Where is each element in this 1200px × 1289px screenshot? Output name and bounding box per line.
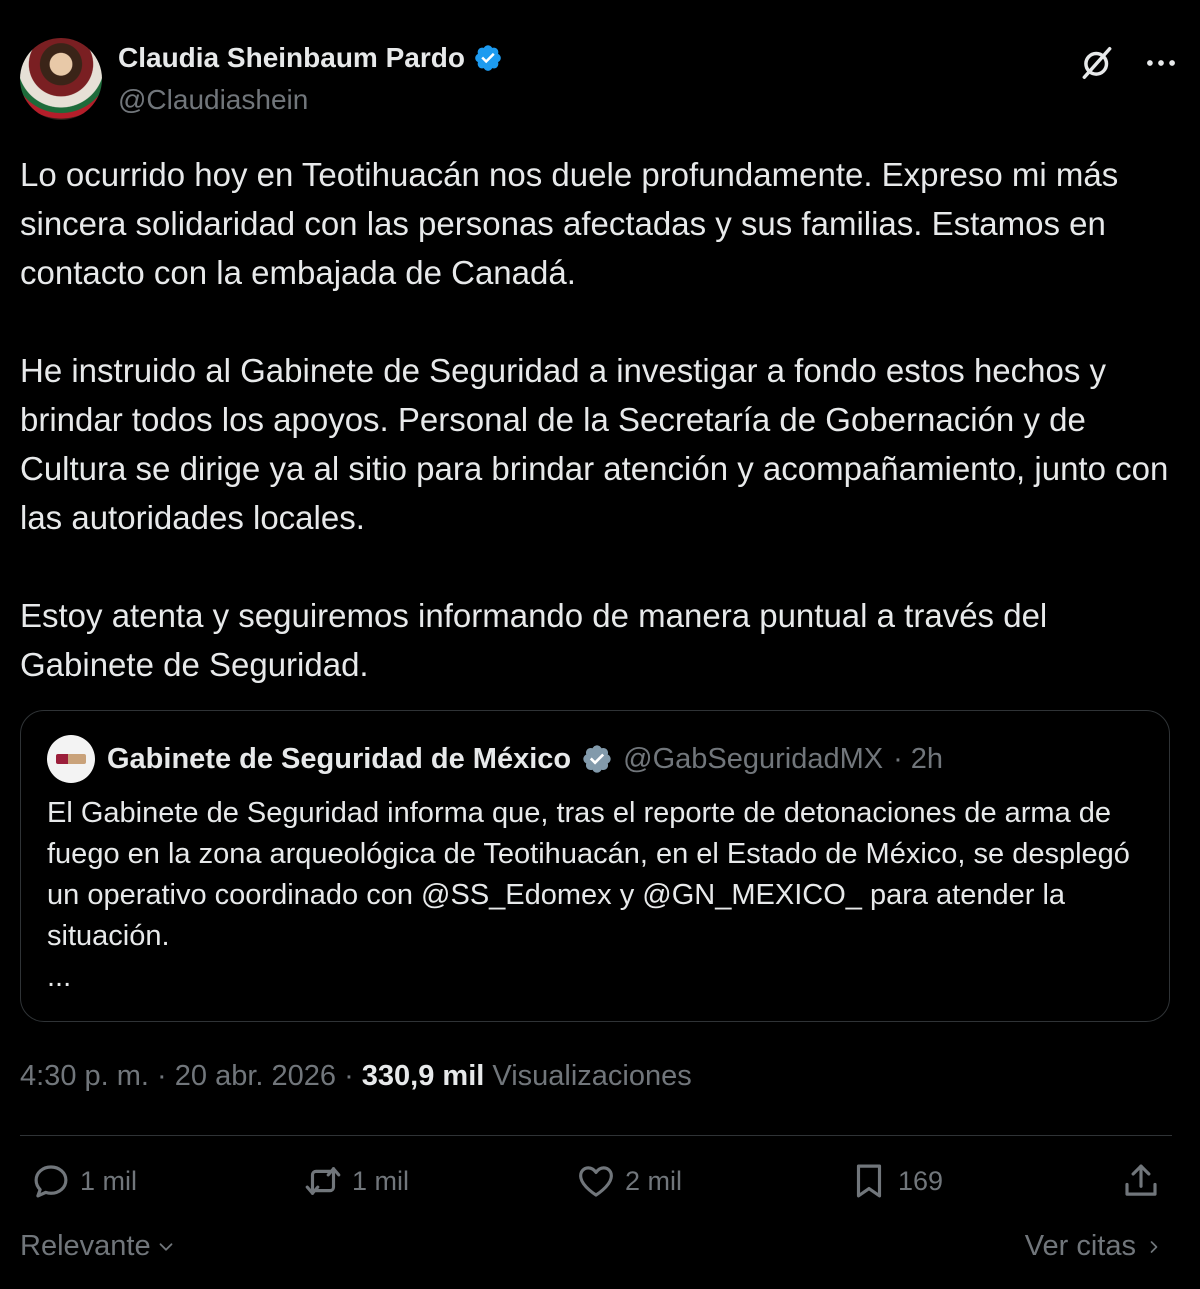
view-quotes-label: Ver citas <box>1024 1230 1136 1262</box>
chevron-right-icon <box>1150 1240 1158 1253</box>
more-options-icon[interactable] <box>1142 44 1180 82</box>
like-button[interactable]: 2 mil <box>575 1160 682 1202</box>
quoted-author-avatar <box>47 735 95 783</box>
reply-count: 1 mil <box>80 1165 138 1196</box>
reply-button[interactable]: 1 mil <box>30 1160 137 1202</box>
tweet-meta: 4:30 p. m. · 20 abr. 2026 · 330,9 mil Vi… <box>20 1060 692 1093</box>
tweet-paragraph: Lo ocurrido hoy en Teotihuacán nos duele… <box>20 156 1119 291</box>
tweet-date[interactable]: 20 abr. 2026 <box>175 1060 336 1092</box>
repost-count: 1 mil <box>352 1165 410 1196</box>
sort-label: Relevante <box>20 1230 151 1262</box>
verified-badge-icon <box>475 45 501 71</box>
tweet-text: Lo ocurrido hoy en Teotihuacán nos duele… <box>20 150 1180 738</box>
repost-button[interactable]: 1 mil <box>302 1160 409 1202</box>
author-name-row: Claudia Sheinbaum Pardo <box>118 42 503 74</box>
views-count: 330,9 mil <box>361 1060 485 1092</box>
author-handle[interactable]: @Claudiashein <box>118 84 308 116</box>
repost-icon <box>305 1167 341 1195</box>
divider <box>20 1135 1172 1136</box>
tweet-time[interactable]: 4:30 p. m. <box>20 1060 149 1092</box>
quoted-author-handle: @GabSeguridadMX <box>623 742 884 775</box>
quoted-tweet-text: El Gabinete de Seguridad informa que, tr… <box>47 797 1130 952</box>
tweet-paragraph: Estoy atenta y seguiremos informando de … <box>20 597 1048 683</box>
quoted-time: · 2h <box>893 742 944 775</box>
bookmark-count: 169 <box>898 1165 944 1196</box>
sort-replies-dropdown[interactable]: Relevante <box>20 1230 177 1263</box>
quoted-tweet-card[interactable]: Gabinete de Seguridad de México @GabSegu… <box>20 710 1170 1022</box>
view-quotes-link[interactable]: Ver citas <box>1025 1230 1164 1263</box>
like-count: 2 mil <box>625 1165 683 1196</box>
share-icon <box>1125 1164 1157 1196</box>
bookmark-button[interactable]: 169 <box>848 1160 943 1202</box>
quoted-tweet-header: Gabinete de Seguridad de México @GabSegu… <box>47 735 943 783</box>
meta-separator: · <box>148 1060 175 1092</box>
tweet-actions: 1 mil 1 mil 2 mil 169 <box>20 1160 1170 1210</box>
author-name[interactable]: Claudia Sheinbaum Pardo <box>118 42 465 74</box>
chevron-down-icon <box>159 1242 173 1251</box>
verified-badge-icon <box>583 745 611 773</box>
grok-icon[interactable] <box>1078 44 1116 82</box>
heart-icon <box>579 1166 613 1197</box>
share-button[interactable] <box>1120 1160 1162 1202</box>
reply-icon <box>34 1165 68 1198</box>
quoted-author-name: Gabinete de Seguridad de México <box>107 742 572 775</box>
quoted-tweet-ellipsis: ... <box>47 961 72 993</box>
bookmark-icon <box>856 1164 882 1198</box>
meta-separator: · <box>336 1060 362 1092</box>
author-avatar[interactable] <box>20 38 102 120</box>
views-label: Visualizaciones <box>492 1060 692 1092</box>
header-actions <box>1078 44 1180 82</box>
tweet-paragraph: He instruido al Gabinete de Seguridad a … <box>20 352 1169 536</box>
tweet-header: Claudia Sheinbaum Pardo @Claudiashein <box>20 38 1180 122</box>
